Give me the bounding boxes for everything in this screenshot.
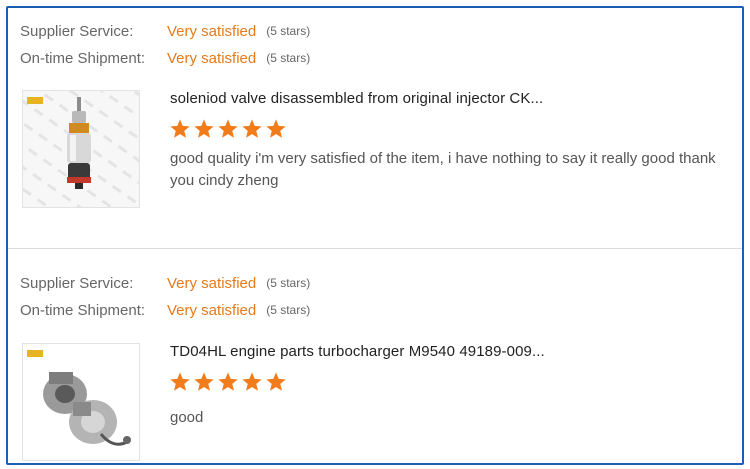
star-rating [169,118,289,140]
supplier-service-row: Supplier Service: Very satisfied (5 star… [20,271,310,295]
star-icon [266,119,286,138]
review-comment: good quality i'm very satisfied of the i… [170,150,716,189]
shipment-row: On-time Shipment: Very satisfied (5 star… [20,46,310,70]
shipment-stars-text: (5 stars) [266,51,311,65]
solenoid-valve-image [23,91,139,207]
star-icon [218,119,238,138]
review-item: Supplier Service: Very satisfied (5 star… [8,249,742,463]
star-icon [218,372,238,391]
star-icon [170,372,190,391]
supplier-service-stars-text: (5 stars) [266,276,311,290]
shipment-stars-text: (5 stars) [266,303,311,317]
supplier-service-value: Very satisfied [167,22,257,40]
supplier-service-label: Supplier Service: [20,274,134,292]
star-icon [194,372,214,391]
supplier-service-label: Supplier Service: [20,22,134,40]
shipment-label: On-time Shipment: [20,49,146,67]
shipment-value: Very satisfied [167,49,257,67]
reviews-panel: Supplier Service: Very satisfied (5 star… [6,6,744,465]
star-icon [170,119,190,138]
turbocharger-image [23,344,139,460]
star-rating [169,371,289,393]
product-thumbnail[interactable] [22,90,140,208]
star-icon [242,372,262,391]
shipment-label: On-time Shipment: [20,301,146,319]
product-title-link[interactable]: TD04HL engine parts turbocharger M9540 4… [170,343,545,360]
star-icon [266,372,286,391]
supplier-service-stars-text: (5 stars) [266,24,311,38]
star-icon [242,119,262,138]
supplier-service-value: Very satisfied [167,274,257,292]
product-title-link[interactable]: soleniod valve disassembled from origina… [170,90,543,107]
shipment-row: On-time Shipment: Very satisfied (5 star… [20,298,310,322]
shipment-value: Very satisfied [167,301,257,319]
product-thumbnail[interactable] [22,343,140,461]
review-item: Supplier Service: Very satisfied (5 star… [8,8,742,248]
star-icon [194,119,214,138]
supplier-service-row: Supplier Service: Very satisfied (5 star… [20,19,310,43]
review-comment: good [170,409,204,426]
